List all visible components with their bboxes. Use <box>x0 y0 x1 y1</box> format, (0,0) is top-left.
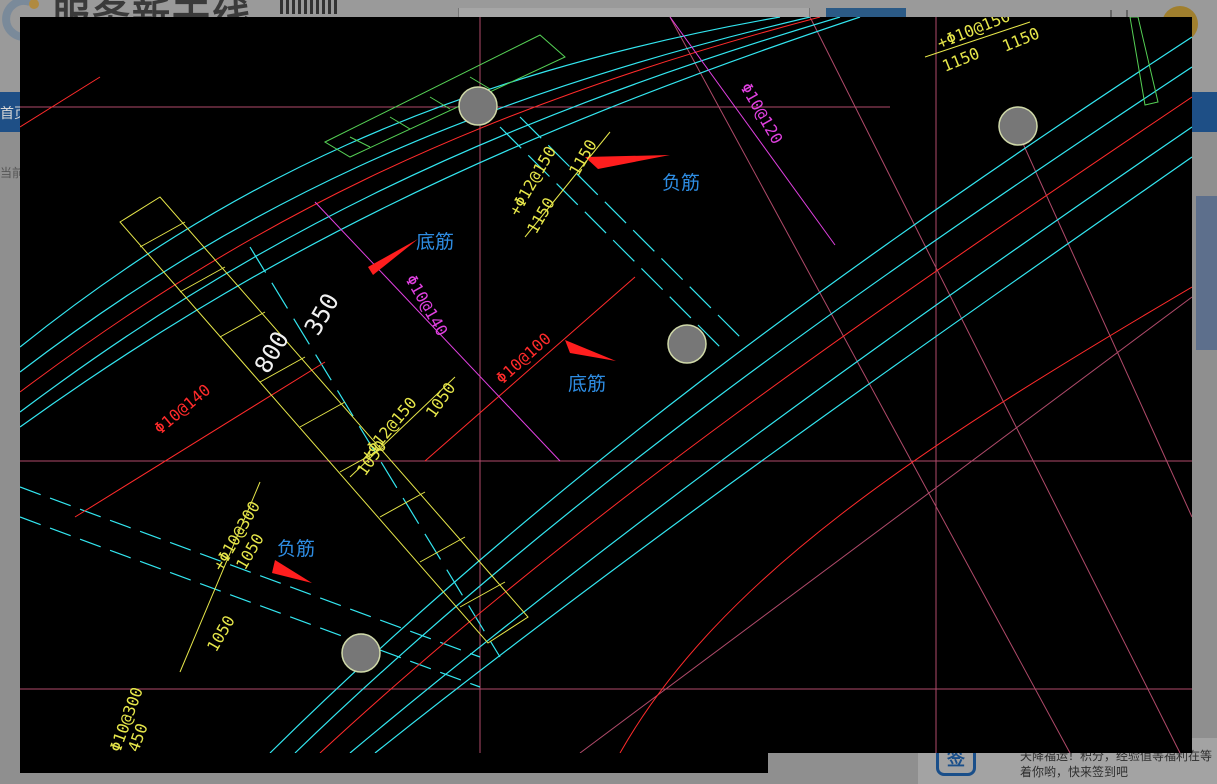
annotation-neg-top: 负筋 <box>662 172 701 194</box>
arrow-bottom-left <box>368 239 418 275</box>
label-dim-800: 800 <box>249 326 295 378</box>
page: 服务新干线 首页 当前 签 天降福运！积分，经验值等福利在等着你哟，快来签到吧 <box>0 0 1217 784</box>
label-dim-350: 350 <box>299 288 345 340</box>
column-4 <box>341 633 381 673</box>
image-viewer[interactable]: Φ10@120 +Φ12@150 1150 1150 Φ10@140 Φ10@1… <box>20 17 1192 753</box>
label-1050-d: 1050 <box>203 612 239 655</box>
label-phi10-140-r: Φ10@140 <box>150 380 214 438</box>
arrow-neg-left <box>272 560 312 583</box>
column-3 <box>667 324 707 364</box>
label-phi10-120: Φ10@120 <box>737 80 787 148</box>
label-phi10-100: Φ10@100 <box>492 329 555 388</box>
label-phi10-140-m: Φ10@140 <box>402 272 452 340</box>
side-panel <box>1196 196 1217 350</box>
viewer-bottom-strip <box>20 753 768 773</box>
annotation-bottom-center: 底筋 <box>568 373 607 395</box>
annotation-neg-left: 负筋 <box>277 538 316 560</box>
label-1150-d: 1150 <box>999 24 1042 56</box>
column-1 <box>458 86 498 126</box>
annotation-bottom-left: 底筋 <box>416 231 455 253</box>
arrow-bottom-center <box>565 340 616 361</box>
arrow-neg-top <box>585 155 670 169</box>
label-1050-b: 1050 <box>422 379 460 421</box>
qr-code-icon <box>280 0 340 14</box>
column-2 <box>998 106 1038 146</box>
